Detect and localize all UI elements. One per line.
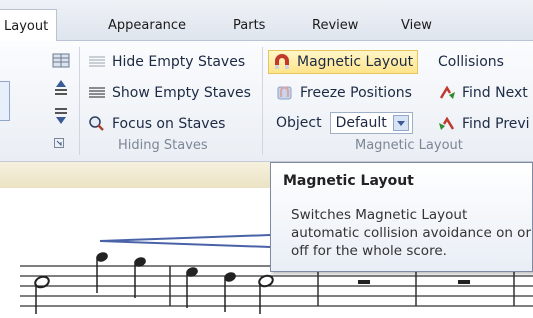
group-separator: [79, 47, 80, 155]
collisions-label: Collisions: [438, 54, 504, 70]
partial-control[interactable]: [0, 81, 10, 121]
dialog-launcher-icon[interactable]: [54, 137, 64, 152]
group-separator: [262, 47, 263, 155]
chevron-down-icon[interactable]: [392, 115, 409, 131]
tab-review[interactable]: Review: [312, 18, 358, 33]
tab-parts[interactable]: Parts: [233, 18, 265, 33]
find-next-icon: [438, 85, 456, 101]
focus-on-staves-button[interactable]: Focus on Staves: [88, 112, 225, 136]
hairpin-upper: [99, 234, 271, 242]
ribbon: Hide Empty Staves Show Empty Staves Focu…: [0, 41, 533, 162]
move-up-icon[interactable]: [52, 78, 70, 104]
find-previous-icon: [438, 116, 456, 132]
tooltip-title: Magnetic Layout: [283, 173, 414, 189]
tooltip-body: Switches Magnetic Layout automatic colli…: [291, 207, 531, 259]
magnetic-layout-button[interactable]: Magnetic Layout: [268, 50, 419, 74]
magnetic-layout-tooltip: Magnetic Layout Switches Magnetic Layout…: [270, 162, 533, 272]
magnifier-icon: [88, 116, 106, 132]
freeze-icon: [276, 85, 294, 101]
show-staves-icon: [88, 85, 106, 101]
find-next-button[interactable]: Find Next: [438, 81, 528, 105]
move-down-icon[interactable]: [52, 106, 70, 132]
tab-appearance[interactable]: Appearance: [108, 18, 186, 33]
hide-empty-staves-button[interactable]: Hide Empty Staves: [88, 50, 245, 74]
magnet-icon: [273, 54, 291, 70]
hiding-staves-group-label: Hiding Staves: [118, 138, 208, 153]
hairpin-lower: [99, 240, 271, 248]
tab-view[interactable]: View: [401, 18, 432, 33]
find-previous-button[interactable]: Find Previ: [438, 112, 530, 136]
object-dropdown-value: Default: [335, 115, 387, 131]
tab-layout[interactable]: Layout: [0, 9, 58, 42]
freeze-positions-button[interactable]: Freeze Positions: [276, 81, 412, 105]
object-dropdown[interactable]: Default: [329, 112, 413, 134]
magnetic-layout-group-label: Magnetic Layout: [355, 138, 463, 153]
ribbon-tab-bar: Layout Appearance Parts Review View: [0, 0, 533, 42]
layout-grid-icon[interactable]: [52, 53, 70, 73]
object-label: Object: [276, 115, 322, 131]
hide-staves-icon: [88, 54, 106, 70]
show-empty-staves-button[interactable]: Show Empty Staves: [88, 81, 251, 105]
object-selector: Object Default: [276, 111, 413, 135]
